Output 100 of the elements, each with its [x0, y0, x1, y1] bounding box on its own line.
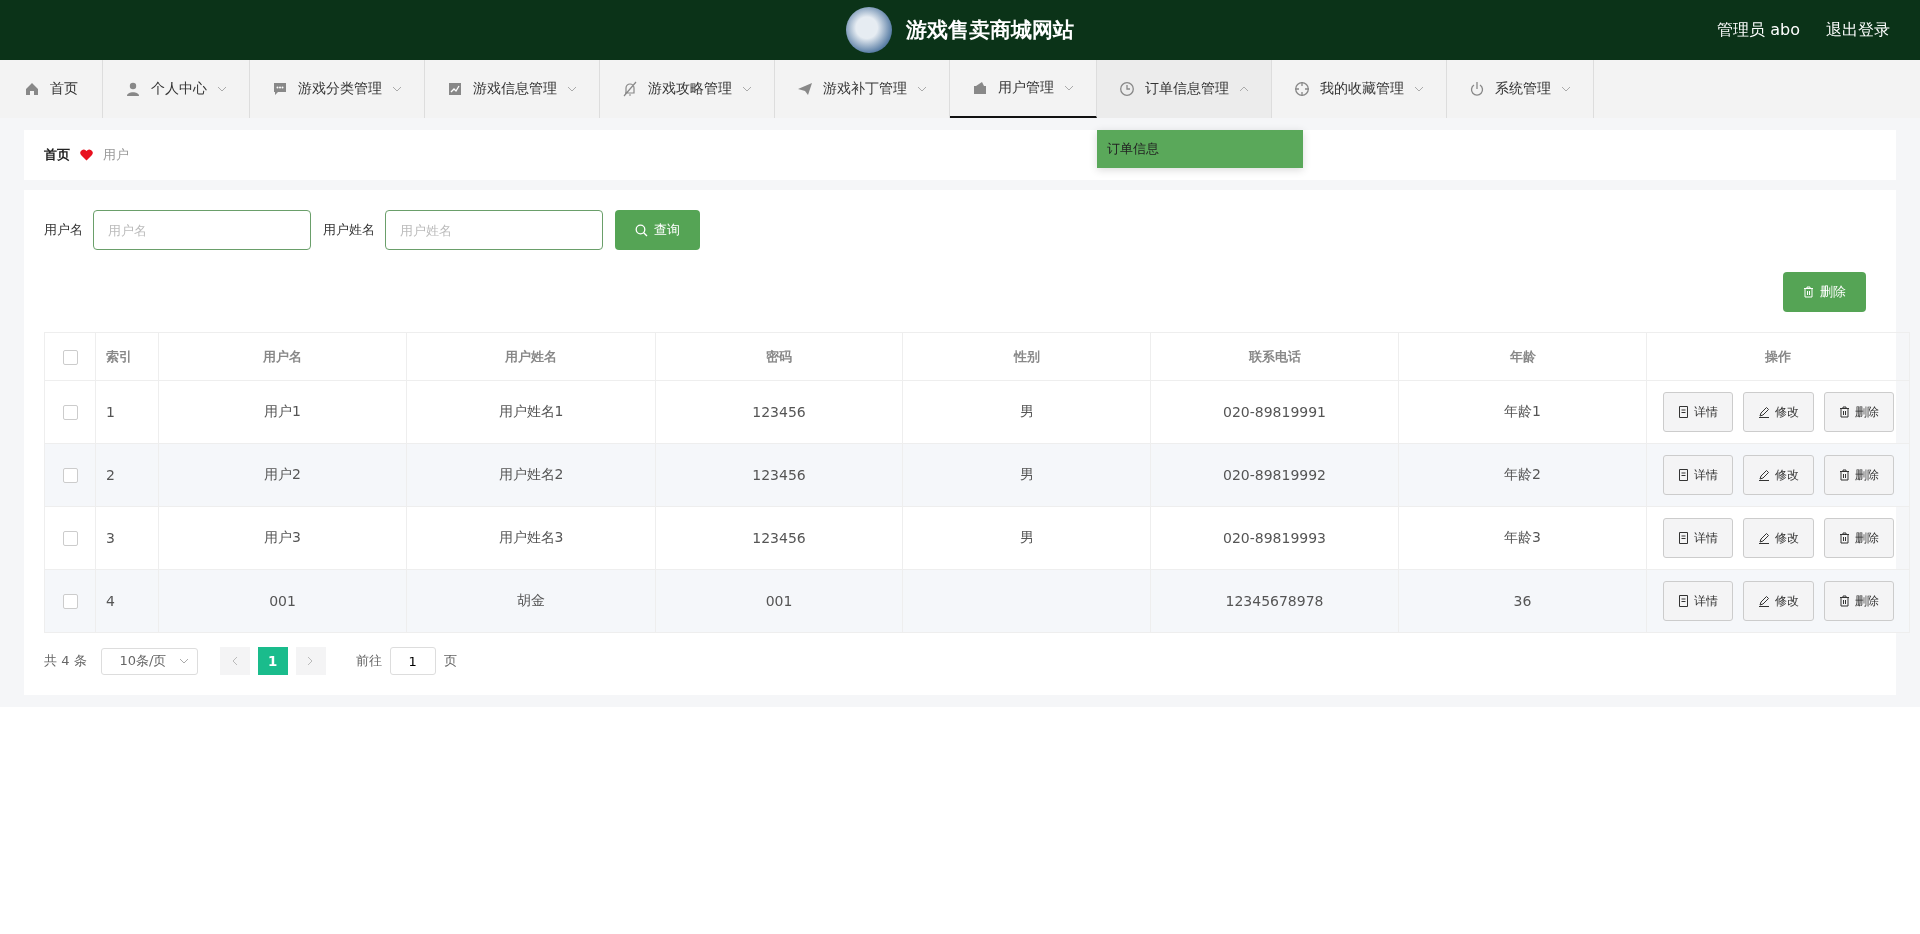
next-page-button[interactable] — [295, 647, 326, 675]
goto-page-field[interactable]: 1 — [389, 647, 436, 675]
edit-button[interactable]: 修改 — [1742, 581, 1814, 621]
caret-icon — [217, 86, 227, 92]
goto-label: 前往 — [355, 652, 382, 670]
wallet-icon — [972, 80, 988, 96]
logout-link[interactable]: 退出登录 — [1826, 19, 1890, 41]
table-cell: 年龄1 — [1504, 403, 1541, 419]
crosshair-icon — [1294, 81, 1310, 97]
breadcrumb-current: 用户 — [103, 146, 129, 164]
delete-button[interactable]: 删除 — [1823, 581, 1894, 621]
logo-icon — [846, 7, 892, 53]
table-cell: 用户3 — [264, 529, 301, 545]
heart-icon — [80, 149, 93, 161]
pencil-icon — [1757, 532, 1770, 544]
pencil-icon — [1757, 469, 1770, 481]
column-header: 年龄 — [1509, 348, 1536, 364]
bell-off-icon — [622, 81, 638, 97]
table-cell: 001 — [765, 593, 793, 609]
trash-icon — [1838, 469, 1850, 481]
table-cell: 12345678978 — [1225, 593, 1324, 609]
edit-button[interactable]: 修改 — [1742, 392, 1814, 432]
delete-button[interactable]: 删除 — [1823, 518, 1894, 558]
dropdown-menu-item[interactable]: 订单信息 — [1097, 130, 1303, 168]
search-field[interactable]: 用户姓名 — [385, 210, 603, 250]
trash-icon — [1838, 532, 1850, 544]
delete-button[interactable]: 删除 — [1823, 455, 1894, 495]
caret-icon — [1239, 86, 1249, 92]
document-icon — [1677, 406, 1689, 418]
table-cell: 年龄3 — [1504, 529, 1541, 545]
total-count: 共 4 条 — [44, 652, 87, 670]
power-icon — [1469, 81, 1485, 97]
edit-button[interactable]: 修改 — [1742, 518, 1814, 558]
row-checkbox[interactable] — [62, 531, 78, 547]
table-cell: 001 — [269, 593, 296, 609]
table-cell: 用户姓名3 — [498, 529, 564, 545]
details-button[interactable]: 详情 — [1662, 392, 1733, 432]
table-cell: 1 — [106, 404, 115, 420]
column-header: 联系电话 — [1248, 348, 1301, 364]
chevron-left-icon — [231, 656, 239, 666]
column-header: 性别 — [1013, 348, 1040, 364]
table-cell: 用户姓名2 — [498, 466, 564, 482]
table-cell: 用户1 — [264, 403, 301, 419]
row-checkbox[interactable] — [62, 468, 78, 484]
table-cell: 男 — [1019, 529, 1034, 545]
trash-icon — [1803, 286, 1814, 298]
row-checkbox[interactable] — [62, 594, 78, 610]
column-header: 操作 — [1765, 348, 1791, 364]
table-cell: 年龄2 — [1504, 466, 1541, 482]
trash-icon — [1838, 595, 1850, 607]
column-header: 用户名 — [263, 348, 302, 364]
row-checkbox[interactable] — [62, 405, 78, 421]
nav-menu-item[interactable]: 订单信息管理 — [1097, 60, 1272, 118]
details-button[interactable]: 详情 — [1662, 518, 1733, 558]
search-field[interactable]: 用户名 — [93, 210, 311, 250]
page-suffix: 页 — [443, 652, 457, 670]
admin-user[interactable]: 管理员 abo — [1717, 19, 1800, 41]
paper-plane-icon — [797, 81, 813, 97]
table-cell: 男 — [1019, 403, 1034, 419]
delete-button[interactable]: 删除 — [1823, 392, 1894, 432]
chart-icon — [447, 81, 463, 97]
caret-icon — [742, 86, 752, 92]
chat-bubble-icon — [272, 81, 288, 97]
caret-icon — [392, 86, 402, 92]
select-all-checkbox[interactable] — [62, 349, 78, 365]
details-button[interactable]: 详情 — [1662, 455, 1733, 495]
table-cell: 用户姓名1 — [498, 403, 564, 419]
table-cell: 胡金 — [517, 592, 545, 608]
table-cell: 2 — [106, 467, 115, 483]
column-header: 密码 — [766, 348, 792, 364]
page-size-select[interactable]: 10条/页 — [100, 647, 198, 675]
table-cell: 123456 — [752, 530, 806, 546]
person-icon — [125, 81, 141, 97]
column-header: 用户姓名 — [505, 348, 557, 364]
edit-button[interactable]: 修改 — [1742, 455, 1814, 495]
document-icon — [1677, 595, 1689, 607]
pencil-icon — [1757, 595, 1770, 607]
field-label: 用户姓名 — [323, 221, 375, 239]
table-cell: 4 — [106, 593, 115, 609]
caret-icon — [178, 658, 189, 664]
column-header: 索引 — [106, 348, 132, 364]
caret-icon — [1414, 86, 1424, 92]
caret-icon — [1561, 86, 1571, 92]
details-button[interactable]: 详情 — [1662, 581, 1733, 621]
site-title: 游戏售卖商城网站 — [906, 17, 1074, 44]
chevron-right-icon — [307, 656, 315, 666]
table-cell: 020-89819992 — [1223, 467, 1326, 483]
table-cell: 123456 — [752, 404, 806, 420]
table-cell: 男 — [1019, 466, 1034, 482]
caret-icon — [917, 86, 927, 92]
table-cell: 3 — [106, 530, 115, 546]
table-cell: 用户2 — [264, 466, 301, 482]
clock-icon — [1119, 81, 1135, 97]
document-icon — [1677, 469, 1689, 481]
search-icon — [635, 223, 648, 237]
prev-page-button[interactable] — [219, 647, 250, 675]
field-label: 用户名 — [44, 221, 83, 239]
breadcrumb-link[interactable]: 首页 — [44, 146, 70, 164]
pencil-icon — [1757, 406, 1770, 418]
table-cell: 123456 — [752, 467, 806, 483]
